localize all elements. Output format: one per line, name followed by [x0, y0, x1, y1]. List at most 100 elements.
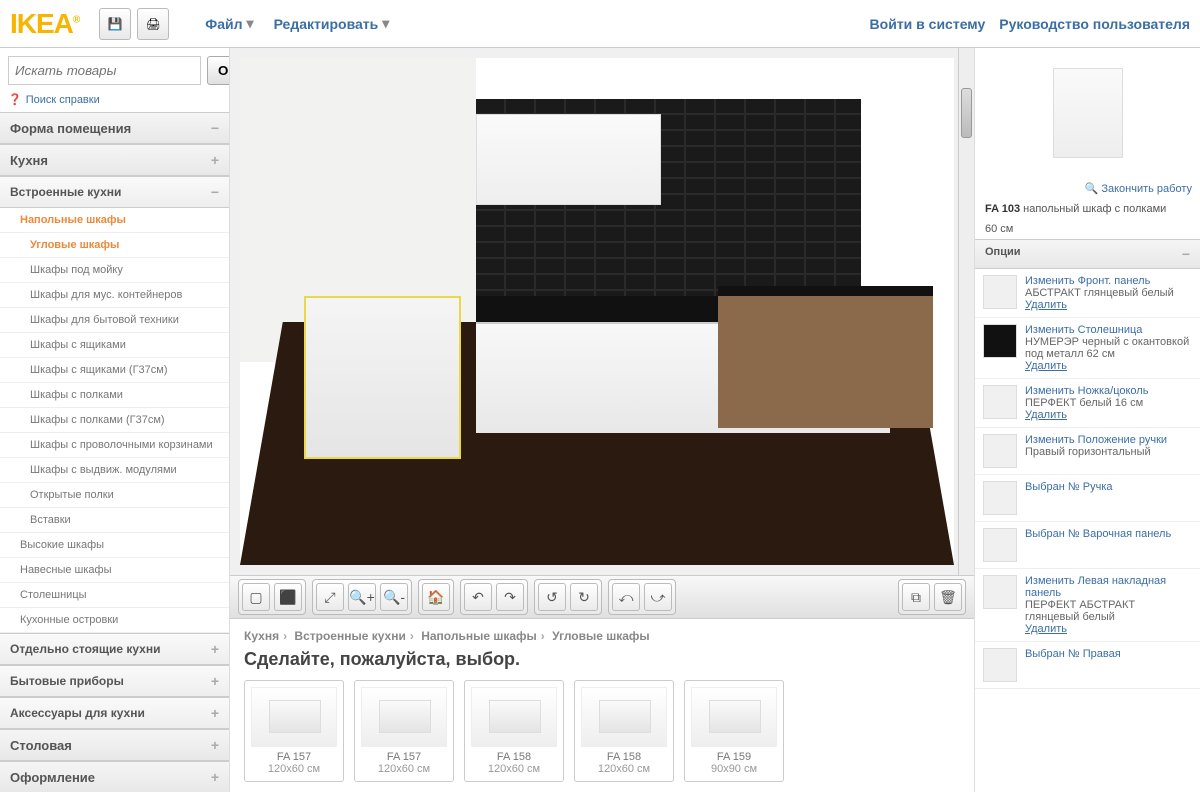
picker-item[interactable]: FA 157120x60 см — [244, 680, 344, 782]
option-change-link[interactable]: Изменить Фронт. панель — [1025, 275, 1192, 287]
tree-item[interactable]: Открытые полки — [0, 483, 229, 508]
3d-viewport[interactable] — [230, 48, 974, 575]
tree-item[interactable]: Шкафы для бытовой техники — [0, 308, 229, 333]
zoom-fit-icon: ⤢ — [324, 589, 335, 606]
option-change-link[interactable]: Изменить Столешница — [1025, 324, 1192, 336]
home-view-button[interactable]: 🏠 — [422, 583, 450, 611]
tree-item[interactable]: Шкафы с ящиками (Г37см) — [0, 358, 229, 383]
tree-item[interactable]: Высокие шкафы — [0, 533, 229, 558]
tree-item[interactable]: Шкафы для мус. контейнеров — [0, 283, 229, 308]
tree-item[interactable]: Шкафы с ящиками — [0, 333, 229, 358]
app-header: IKEA® 💾 🖨 Файл ▾ Редактировать ▾ Войти в… — [0, 0, 1200, 48]
cube-icon: ⬛ — [279, 589, 296, 606]
picker-item[interactable]: FA 158120x60 см — [574, 680, 674, 782]
tree-item[interactable]: Вставки — [0, 508, 229, 533]
cabinet-thumb — [361, 687, 447, 747]
delete-button[interactable]: 🗑 — [934, 583, 962, 611]
menu-bar: Файл ▾ Редактировать ▾ — [205, 15, 389, 32]
trash-icon: 🗑 — [939, 589, 957, 606]
breadcrumb: Кухня› Встроенные кухни› Напольные шкафы… — [244, 629, 960, 643]
rotate-left-icon: ↺ — [546, 589, 558, 606]
search-ok-button[interactable]: OK — [207, 56, 230, 85]
tree-item[interactable]: Столешницы — [0, 583, 229, 608]
undo-button[interactable]: ↶ — [464, 583, 492, 611]
tree-item[interactable]: Шкафы с полками (Г37см) — [0, 408, 229, 433]
option-row: Изменить Фронт. панельАБСТРАКТ глянцевый… — [975, 269, 1200, 318]
magnify-icon[interactable]: 🔍 — [1085, 183, 1099, 195]
flip-left-button[interactable]: ⤺ — [612, 583, 640, 611]
option-change-link[interactable]: Выбран № Правая — [1025, 648, 1192, 660]
viewport-toolbar: ▢ ⬛ ⤢ 🔍+ 🔍- 🏠 ↶ ↷ ↺ ↻ ⤺ ⤻ — [230, 575, 974, 619]
section-builtin[interactable]: Встроенные кухни− — [0, 176, 229, 208]
zoom-in-button[interactable]: 🔍+ — [348, 583, 376, 611]
section-standalone[interactable]: Отдельно стоящие кухни+ — [0, 633, 229, 665]
option-thumb — [983, 275, 1017, 309]
option-change-link[interactable]: Выбран № Ручка — [1025, 481, 1192, 493]
menu-file[interactable]: Файл ▾ — [205, 15, 253, 32]
flip-right-button[interactable]: ⤻ — [644, 583, 672, 611]
tree-item[interactable]: Угловые шкафы — [0, 233, 229, 258]
zoom-out-button[interactable]: 🔍- — [380, 583, 408, 611]
selected-cabinet-highlight[interactable] — [304, 296, 461, 458]
option-thumb — [983, 648, 1017, 682]
tree-item[interactable]: Шкафы с проволочными корзинами — [0, 433, 229, 458]
tree-item[interactable]: Кухонные островки — [0, 608, 229, 633]
rotate-left-button[interactable]: ↺ — [538, 583, 566, 611]
breadcrumb-item[interactable]: Напольные шкафы — [421, 629, 537, 643]
print-button[interactable]: 🖨 — [137, 8, 169, 40]
print-icon: 🖨 — [146, 17, 161, 31]
section-decor[interactable]: Оформление+ — [0, 761, 229, 792]
menu-edit[interactable]: Редактировать ▾ — [274, 15, 390, 32]
flip-left-icon: ⤺ — [619, 589, 634, 606]
section-kitchen[interactable]: Кухня+ — [0, 144, 229, 176]
plus-icon: + — [211, 769, 219, 785]
section-room-shape[interactable]: Форма помещения− — [0, 112, 229, 144]
search-help-link[interactable]: ❓Поиск справки — [0, 93, 229, 112]
option-delete-link[interactable]: Удалить — [1025, 409, 1192, 421]
option-change-link[interactable]: Изменить Ножка/цоколь — [1025, 385, 1192, 397]
breadcrumb-item[interactable]: Угловые шкафы — [552, 629, 650, 643]
search-input[interactable] — [8, 56, 201, 85]
option-change-link[interactable]: Выбран № Варочная панель — [1025, 528, 1192, 540]
copy-icon: ⧉ — [911, 589, 921, 606]
picker-item[interactable]: FA 157120x60 см — [354, 680, 454, 782]
section-appliances[interactable]: Бытовые приборы+ — [0, 665, 229, 697]
plus-icon: + — [211, 705, 219, 721]
option-row: Выбран № Правая — [975, 642, 1200, 689]
finish-link[interactable]: Закончить работу — [1101, 183, 1192, 195]
tree-item[interactable]: Шкафы с полками — [0, 383, 229, 408]
tree-item[interactable]: Шкафы с выдвиж. модулями — [0, 458, 229, 483]
copy-button[interactable]: ⧉ — [902, 583, 930, 611]
option-desc: АБСТРАКТ глянцевый белый — [1025, 287, 1192, 299]
view-3d-button[interactable]: ⬛ — [274, 583, 302, 611]
section-accessories[interactable]: Аксессуары для кухни+ — [0, 697, 229, 729]
zoom-fit-button[interactable]: ⤢ — [316, 583, 344, 611]
view-2d-button[interactable]: ▢ — [242, 583, 270, 611]
tree-item[interactable]: Шкафы под мойку — [0, 258, 229, 283]
option-change-link[interactable]: Изменить Положение ручки — [1025, 434, 1192, 446]
login-link[interactable]: Войти в систему — [870, 16, 986, 32]
picker-item[interactable]: FA 158120x60 см — [464, 680, 564, 782]
picker-item[interactable]: FA 15990x90 см — [684, 680, 784, 782]
undo-icon: ↶ — [472, 589, 484, 606]
breadcrumb-item[interactable]: Кухня — [244, 629, 279, 643]
redo-button[interactable]: ↷ — [496, 583, 524, 611]
plus-icon: + — [211, 152, 219, 168]
left-sidebar: OK ❓Поиск справки Форма помещения− Кухня… — [0, 48, 230, 792]
plus-icon: + — [211, 641, 219, 657]
option-delete-link[interactable]: Удалить — [1025, 623, 1192, 635]
save-button[interactable]: 💾 — [99, 8, 131, 40]
section-dining[interactable]: Столовая+ — [0, 729, 229, 761]
viewport-scrollbar[interactable] — [958, 48, 974, 575]
breadcrumb-item[interactable]: Встроенные кухни — [294, 629, 405, 643]
tree-floor-cabinets[interactable]: Напольные шкафы — [0, 208, 229, 233]
guide-link[interactable]: Руководство пользователя — [999, 16, 1190, 32]
rotate-right-button[interactable]: ↻ — [570, 583, 598, 611]
options-header[interactable]: Опции− — [975, 239, 1200, 269]
tree-item[interactable]: Навесные шкафы — [0, 558, 229, 583]
option-delete-link[interactable]: Удалить — [1025, 360, 1192, 372]
square-icon: ▢ — [249, 589, 262, 606]
option-delete-link[interactable]: Удалить — [1025, 299, 1192, 311]
redo-icon: ↷ — [504, 589, 516, 606]
option-change-link[interactable]: Изменить Левая накладная панель — [1025, 575, 1192, 599]
